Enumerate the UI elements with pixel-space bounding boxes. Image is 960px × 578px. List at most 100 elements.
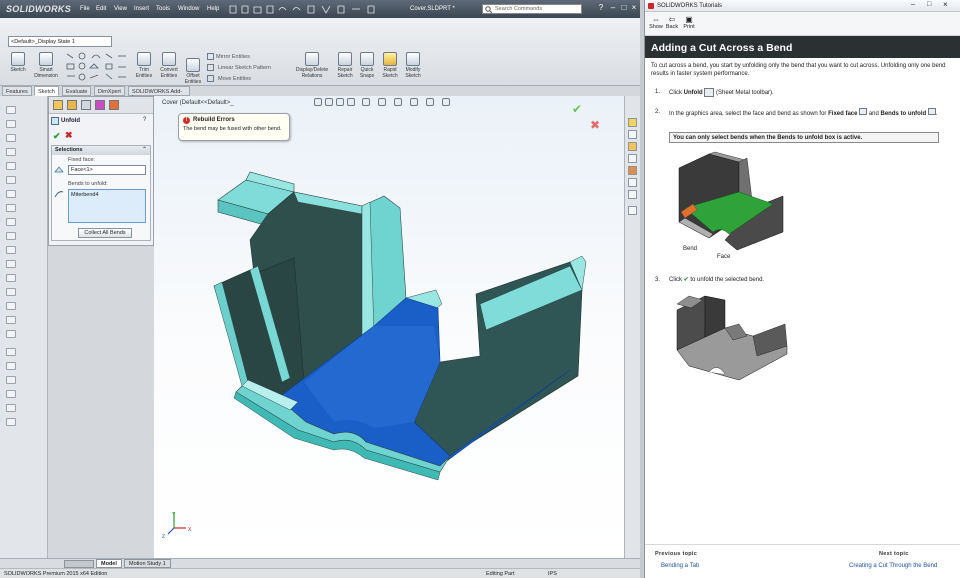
convert-entities-button[interactable]: Convert Entities [156, 52, 182, 79]
previous-topic-link[interactable]: Bending a Tab [661, 563, 699, 569]
tool-icon[interactable] [6, 204, 16, 212]
units-text[interactable]: IPS [548, 571, 557, 577]
print-button[interactable]: ▣ Print [680, 15, 698, 30]
confirm-ok-icon[interactable]: ✔ [572, 102, 582, 116]
tool-icon[interactable] [6, 330, 16, 338]
minimize-icon[interactable]: – [911, 1, 915, 8]
search-commands-input[interactable]: Search Commands [482, 4, 582, 14]
rapid-sketch-button[interactable]: Rapid Sketch [379, 52, 401, 79]
back-button[interactable]: ⇦ Back [663, 15, 681, 30]
property-manager-icon[interactable] [67, 100, 77, 110]
move-entities-button[interactable]: Move Entities [218, 76, 251, 82]
menu-tools[interactable]: Tools [156, 6, 170, 12]
tool-icon[interactable] [6, 404, 16, 412]
view-settings-icon[interactable] [442, 98, 450, 106]
tool-icon[interactable] [6, 106, 16, 114]
sketch-entities-toolbar[interactable] [64, 50, 130, 82]
apply-scene-icon[interactable] [426, 98, 434, 106]
collapse-icon[interactable]: ⌃ [142, 146, 147, 153]
menu-file[interactable]: File [80, 6, 90, 12]
tool-icon[interactable] [6, 120, 16, 128]
close-icon[interactable]: × [629, 3, 639, 13]
tool-icon[interactable] [6, 260, 16, 268]
section-view-icon[interactable] [347, 98, 355, 106]
display-delete-relations-button[interactable]: Display/Delete Relations [290, 52, 334, 79]
display-manager-icon[interactable] [109, 100, 119, 110]
display-style-icon[interactable] [378, 98, 386, 106]
configuration-manager-icon[interactable] [81, 100, 91, 110]
tab-sketch[interactable]: Sketch [34, 86, 59, 96]
view-palette-icon[interactable] [628, 154, 637, 163]
tool-icon[interactable] [6, 316, 16, 324]
smart-dimension-button[interactable]: Smart Dimension [32, 52, 60, 79]
next-topic-link[interactable]: Creating a Cut Through the Bend [849, 563, 937, 569]
sheet-metal-part[interactable] [194, 166, 594, 486]
modify-sketch-button[interactable]: Modify Sketch [402, 52, 424, 79]
task-icon[interactable] [628, 206, 637, 215]
offset-entities-button[interactable]: Offset Entities [182, 58, 204, 85]
linear-sketch-pattern-button[interactable]: Linear Sketch Pattern [218, 65, 271, 71]
tool-icon[interactable] [6, 162, 16, 170]
custom-properties-icon[interactable] [628, 178, 637, 187]
minimize-icon[interactable]: – [608, 3, 618, 13]
menu-help[interactable]: Help [207, 6, 219, 12]
tab-motion-study-1[interactable]: Motion Study 1 [124, 559, 171, 568]
menu-window[interactable]: Window [178, 6, 199, 12]
tool-icon[interactable] [6, 302, 16, 310]
zoom-area-icon[interactable] [325, 98, 333, 106]
confirm-cancel-icon[interactable]: ✖ [590, 118, 600, 132]
sketch-button[interactable]: Sketch [6, 52, 30, 73]
tool-icon[interactable] [6, 246, 16, 254]
appearances-icon[interactable] [628, 166, 637, 175]
restore-icon[interactable]: □ [619, 3, 629, 13]
tool-icon[interactable] [6, 362, 16, 370]
tab-evaluate[interactable]: Evaluate [62, 86, 92, 96]
forum-icon[interactable] [628, 190, 637, 199]
tool-icon[interactable] [6, 232, 16, 240]
tool-icon[interactable] [6, 376, 16, 384]
tool-icon[interactable] [6, 288, 16, 296]
quick-access-toolbar[interactable] [226, 4, 406, 14]
collect-all-bends-button[interactable]: Collect All Bends [78, 228, 132, 238]
dimxpert-manager-icon[interactable] [95, 100, 105, 110]
design-library-icon[interactable] [628, 130, 637, 139]
configuration-dropdown[interactable]: <Default>_Display State 1 [8, 36, 112, 47]
help-icon[interactable]: ? [596, 3, 606, 13]
help-icon[interactable]: ? [143, 117, 146, 123]
quick-snaps-button[interactable]: Quick Snaps [357, 52, 377, 79]
tab-scroll-buttons[interactable] [64, 560, 94, 568]
tab-model[interactable]: Model [96, 559, 122, 568]
tool-icon[interactable] [6, 190, 16, 198]
fixed-face-field[interactable]: Face<1> [68, 165, 146, 175]
view-orientation-icon[interactable] [362, 98, 370, 106]
tool-icon[interactable] [6, 218, 16, 226]
edit-appearance-icon[interactable] [410, 98, 418, 106]
feature-breadcrumb[interactable]: Cover (Default<<Default>_ [162, 100, 234, 106]
selections-header[interactable]: Selections [52, 146, 150, 155]
restore-icon[interactable]: □ [927, 1, 931, 8]
previous-view-icon[interactable] [336, 98, 344, 106]
trim-entities-button[interactable]: Trim Entities [132, 52, 156, 79]
tool-icon[interactable] [6, 274, 16, 282]
repair-sketch-button[interactable]: Repair Sketch [334, 52, 356, 79]
cancel-icon[interactable]: ✖ [65, 130, 73, 141]
menu-edit[interactable]: Edit [96, 6, 106, 12]
tool-icon[interactable] [6, 176, 16, 184]
tool-icon[interactable] [6, 418, 16, 426]
menu-view[interactable]: View [114, 6, 127, 12]
tool-icon[interactable] [6, 390, 16, 398]
tool-icon[interactable] [6, 148, 16, 156]
file-explorer-icon[interactable] [628, 142, 637, 151]
close-icon[interactable]: × [943, 0, 948, 9]
hide-show-icon[interactable] [394, 98, 402, 106]
tab-dimxpert[interactable]: DimXpert [94, 86, 125, 96]
feature-manager-icon[interactable] [53, 100, 63, 110]
resources-icon[interactable] [628, 118, 637, 127]
graphics-area[interactable]: Cover (Default<<Default>_ ! Rebuild Erro… [154, 96, 624, 558]
mirror-entities-button[interactable]: Mirror Entities [216, 54, 250, 60]
bends-to-unfold-list[interactable]: Miterbend4 [68, 189, 146, 223]
tab-features[interactable]: Features [2, 86, 32, 96]
zoom-to-fit-icon[interactable] [314, 98, 322, 106]
tool-icon[interactable] [6, 348, 16, 356]
ok-icon[interactable]: ✔ [53, 131, 61, 142]
